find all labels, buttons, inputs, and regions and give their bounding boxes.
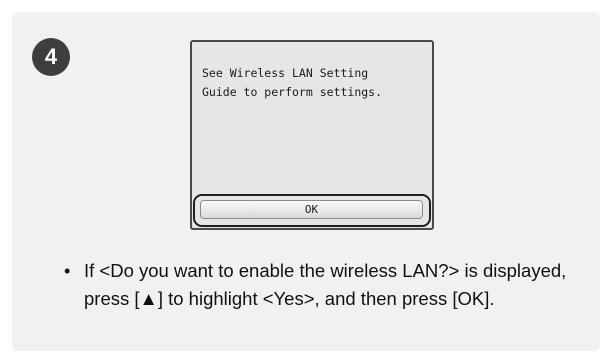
instruction-text: If <Do you want to enable the wireless L…	[84, 260, 567, 309]
ok-highlight-outline: OK	[193, 194, 431, 227]
device-lcd-screen: See Wireless LAN Setting Guide to perfor…	[190, 40, 434, 230]
ok-button[interactable]: OK	[200, 200, 423, 219]
screen-message: See Wireless LAN Setting Guide to perfor…	[202, 66, 383, 99]
bullet-point: •	[64, 261, 71, 281]
step-number-badge: 4	[32, 38, 70, 76]
